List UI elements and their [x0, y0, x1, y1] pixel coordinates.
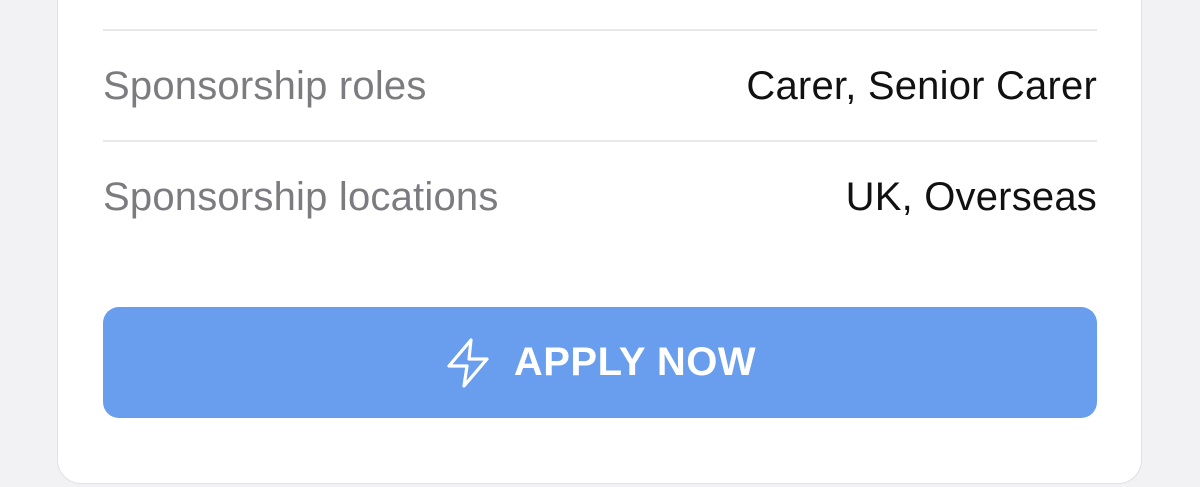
- detail-value: UK, Overseas: [845, 174, 1097, 219]
- lightning-bolt-icon: [444, 337, 492, 389]
- apply-now-label: APPLY NOW: [513, 340, 757, 384]
- detail-value: Carer, Senior Carer: [746, 63, 1097, 108]
- detail-row-sponsorship-roles: Sponsorship roles Carer, Senior Carer: [103, 31, 1097, 141]
- detail-row-sponsorship-locations: Sponsorship locations UK, Overseas: [103, 142, 1097, 252]
- detail-label: Sponsorship roles: [103, 63, 427, 108]
- apply-now-button[interactable]: APPLY NOW: [103, 307, 1097, 418]
- detail-label: Sponsorship locations: [103, 174, 499, 219]
